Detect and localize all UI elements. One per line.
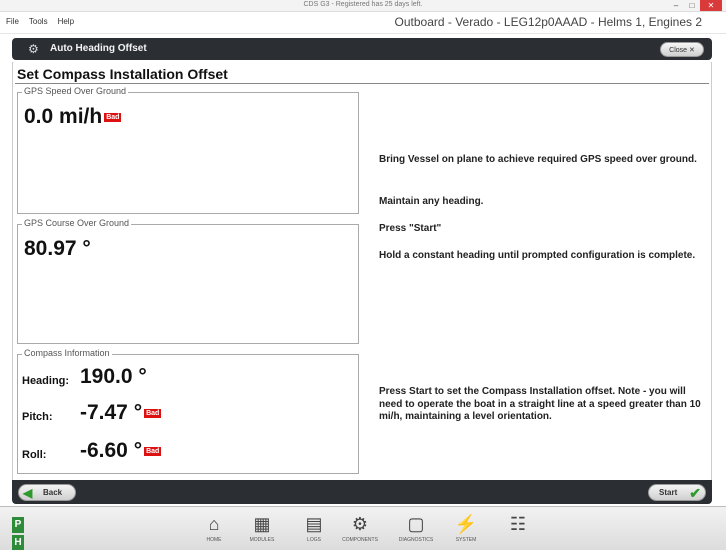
pitch-status-badge: Bad [144, 408, 162, 418]
heading-row: Heading: 190.0 ° [22, 363, 352, 389]
close-button-label: Close [669, 47, 688, 54]
roll-status-badge: Bad [144, 446, 162, 456]
logs-icon: ▤ [305, 514, 323, 534]
window-controls: – □ ✕ [668, 0, 722, 11]
nav-modules-label: MODULES [249, 537, 275, 543]
compass-legend: Compass Information [22, 348, 112, 358]
nav-home-label: HOME [206, 537, 222, 543]
start-button[interactable]: Start ✔ [648, 484, 706, 501]
nav-diagnostics-label: DIAGNOSTICS [398, 537, 434, 543]
home-icon: ⌂ [208, 514, 220, 534]
close-button[interactable]: Close ✕ [660, 42, 704, 57]
page-header-title: Auto Heading Offset [50, 43, 147, 54]
back-arrow-icon: ◀ [23, 486, 33, 500]
compass-icon: ⚙ [28, 42, 39, 56]
pitch-value: -7.47 ° [80, 401, 143, 424]
nav-logs-label: LOGS [307, 537, 321, 543]
nav-system-label: SYSTEM [455, 537, 477, 543]
gps-course-value: 80.97 ° [24, 237, 91, 260]
roll-value-group: -6.60 ° Bad [80, 439, 162, 463]
modules-icon: ▦ [253, 514, 271, 534]
maximize-icon[interactable]: □ [684, 0, 700, 11]
window-title: CDS G3 - Registered has 25 days left. [303, 1, 423, 8]
minimize-icon[interactable]: – [668, 0, 684, 11]
roll-value: -6.60 ° [80, 439, 143, 462]
instruction-2: Maintain any heading. [379, 196, 484, 207]
back-button[interactable]: ◀ Back [18, 484, 76, 501]
menu-tools[interactable]: Tools [29, 17, 48, 26]
main-content: Set Compass Installation Offset GPS Spee… [12, 62, 712, 480]
gps-speed-value: 0.0 mi/h [24, 105, 103, 128]
back-button-label: Back [43, 488, 63, 497]
helm-h-indicator[interactable]: H [12, 535, 24, 550]
manual-icon: ☷ [509, 514, 527, 534]
nav-diagnostics[interactable]: ▢ DIAGNOSTICS [398, 513, 434, 549]
nav-manual[interactable]: ☷ [500, 513, 536, 549]
gps-speed-panel: GPS Speed Over Ground 0.0 mi/h Bad [17, 86, 359, 214]
roll-row: Roll: -6.60 ° Bad [22, 437, 352, 463]
instruction-3: Press "Start" [379, 223, 442, 234]
start-button-label: Start [659, 488, 678, 497]
compass-panel: Compass Information Heading: 190.0 ° Pit… [17, 348, 359, 474]
propulsion-p-indicator[interactable]: P [12, 517, 24, 533]
heading-value: 190.0 ° [80, 365, 147, 388]
diagnostics-icon: ▢ [407, 514, 425, 534]
instruction-4: Hold a constant heading until prompted c… [379, 250, 696, 261]
vessel-info: Outboard - Verado - LEG12p0AAAD - Helms … [394, 15, 703, 29]
close-window-icon[interactable]: ✕ [700, 0, 722, 11]
gps-course-panel: GPS Course Over Ground 80.97 ° [17, 218, 359, 344]
components-icon: ⚙ [351, 514, 369, 534]
page-header: ⚙ Auto Heading Offset Close ✕ [12, 38, 712, 60]
instruction-note: Press Start to set the Compass Installat… [379, 386, 701, 422]
gps-speed-status-badge: Bad [104, 112, 122, 122]
pitch-row: Pitch: -7.47 ° Bad [22, 399, 352, 425]
nav-home[interactable]: ⌂ HOME [196, 513, 232, 549]
section-title: Set Compass Installation Offset [17, 66, 228, 82]
nav-logs[interactable]: ▤ LOGS [296, 513, 332, 549]
gps-speed-value-row: 0.0 mi/h Bad [24, 105, 122, 129]
roll-label: Roll: [22, 449, 47, 461]
nav-modules[interactable]: ▦ MODULES [244, 513, 280, 549]
checkmark-icon: ✔ [689, 485, 701, 501]
window-titlebar: CDS G3 - Registered has 25 days left. – … [0, 0, 726, 12]
pitch-label: Pitch: [22, 411, 53, 423]
action-bar: ◀ Back Start ✔ [12, 480, 712, 504]
menu-list: File Tools Help [6, 17, 74, 26]
gps-speed-legend: GPS Speed Over Ground [22, 86, 129, 96]
menu-help[interactable]: Help [58, 17, 74, 26]
instruction-1: Bring Vessel on plane to achieve require… [379, 154, 697, 165]
heading-label: Heading: [22, 375, 70, 387]
nav-components[interactable]: ⚙ COMPONENTS [342, 513, 378, 549]
nav-components-label: COMPONENTS [342, 537, 378, 543]
menu-file[interactable]: File [6, 17, 19, 26]
menubar: File Tools Help Outboard - Verado - LEG1… [0, 12, 726, 34]
system-icon: ⚡ [454, 514, 478, 534]
nav-system[interactable]: ⚡ SYSTEM [448, 513, 484, 549]
pitch-value-group: -7.47 ° Bad [80, 401, 162, 425]
bottom-navigation: P H ⌂ HOME ▦ MODULES ▤ LOGS ⚙ COMPONENTS… [0, 506, 726, 550]
gps-course-legend: GPS Course Over Ground [22, 218, 132, 228]
section-divider [15, 83, 709, 84]
